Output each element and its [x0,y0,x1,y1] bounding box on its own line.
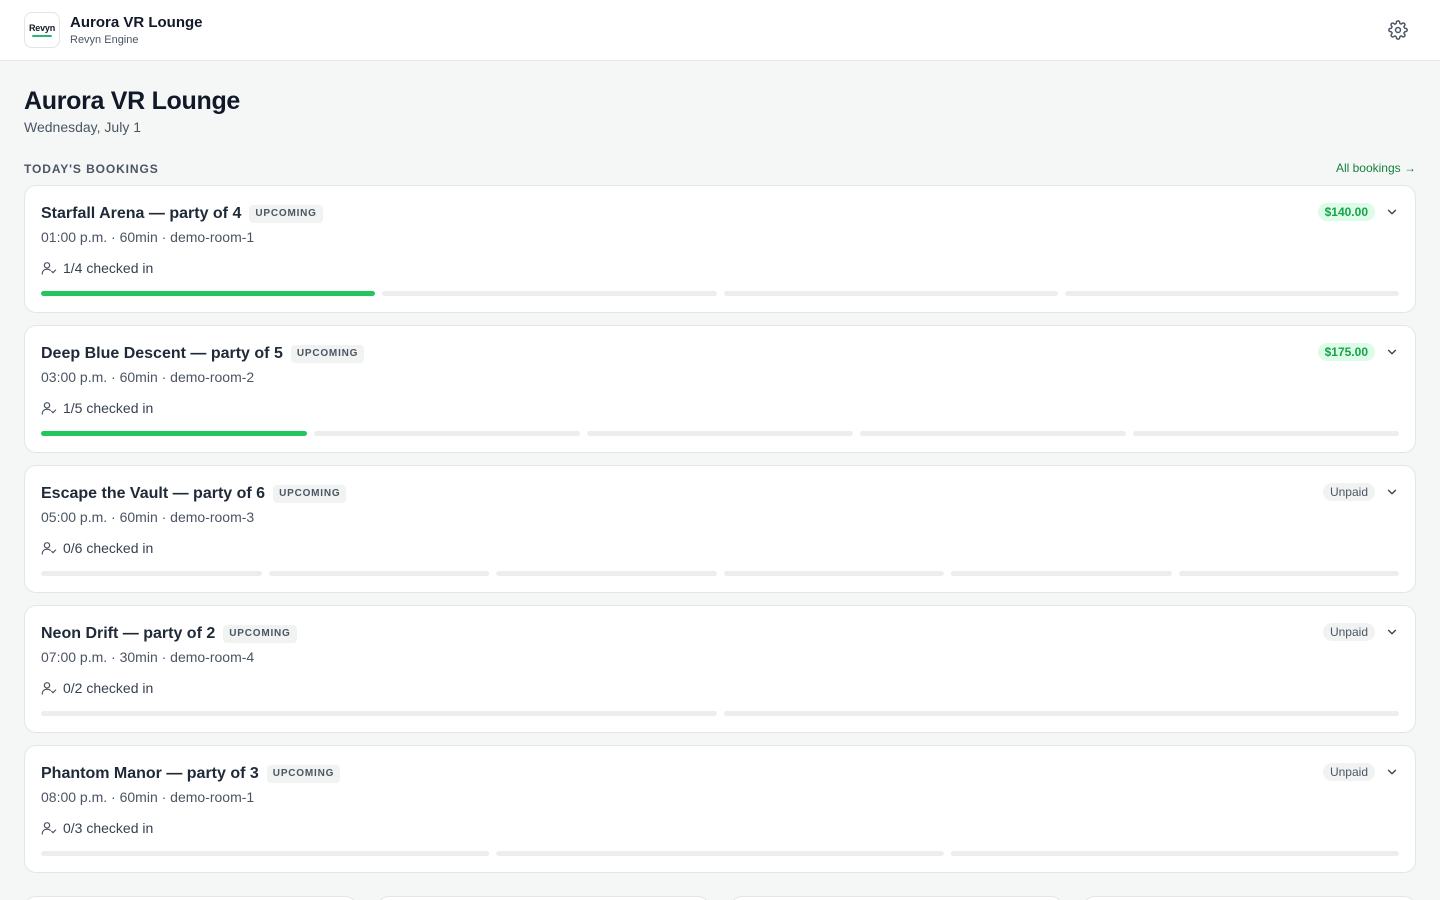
user-check-icon [41,682,57,695]
checkin-progress [41,571,1399,576]
booking-title-row: Deep Blue Descent — party of 5 UPCOMING [41,345,365,363]
payment-badge: $140.00 [1317,203,1375,221]
booking-actions: Unpaid [1322,483,1399,501]
booking-meta: 08:00 p.m. · 60min · demo-room-1 [41,789,255,805]
booking-title: Escape the Vault — party of 6 [41,485,266,502]
booking-title: Deep Blue Descent — party of 5 [41,345,283,362]
booking-title: Starfall Arena — party of 4 [41,205,242,222]
chevron-down-icon[interactable] [1385,205,1399,219]
booking-actions: $175.00 [1317,343,1399,361]
logo-text: Revyn [28,22,55,33]
user-check-icon [41,542,57,555]
booking-title-row: Phantom Manor — party of 3 UPCOMING [41,765,341,783]
checkin-status: 1/5 checked in [41,400,153,416]
section-label: TODAY'S BOOKINGS [24,162,159,176]
booking-actions: Unpaid [1322,763,1399,781]
top-bar: Revyn Aurora VR Lounge Revyn Engine [0,0,1440,61]
checkin-segment [382,291,717,296]
booking-card[interactable]: Phantom Manor — party of 3 UPCOMING 08:0… [24,745,1416,873]
stat-card [730,896,1063,900]
payment-badge: Unpaid [1322,623,1375,641]
brand: Aurora VR Lounge Revyn Engine [70,14,203,47]
checkin-progress [41,431,1399,436]
checkin-status: 0/2 checked in [41,680,153,696]
stat-card [24,896,357,900]
checkin-segment [587,431,853,436]
checkin-segment [951,571,1172,576]
checkin-segment [268,571,489,576]
venue-name: Aurora VR Lounge [70,13,203,31]
status-badge: UPCOMING [223,625,297,643]
page-title: Aurora VR Lounge [24,87,241,115]
status-badge: UPCOMING [273,485,347,503]
booking-title-row: Starfall Arena — party of 4 UPCOMING [41,205,323,223]
booking-title-row: Escape the Vault — party of 6 UPCOMING [41,485,347,503]
checkin-label: 0/6 checked in [63,540,154,556]
payment-badge: $175.00 [1317,343,1375,361]
status-badge: UPCOMING [249,205,323,223]
booking-card[interactable]: Neon Drift — party of 2 UPCOMING 07:00 p… [24,605,1416,733]
checkin-status: 0/3 checked in [41,820,153,836]
checkin-progress [41,711,1399,716]
booking-meta: 05:00 p.m. · 60min · demo-room-3 [41,509,255,525]
booking-title: Phantom Manor — party of 3 [41,765,259,782]
chevron-down-icon[interactable] [1385,765,1399,779]
stats-row [24,896,1416,900]
user-check-icon [41,402,57,415]
checkin-segment [41,571,262,576]
checkin-label: 1/5 checked in [63,400,154,416]
checkin-label: 0/3 checked in [63,820,154,836]
checkin-segment [1133,431,1399,436]
checkin-segment [496,851,944,856]
checkin-segment [1178,571,1399,576]
checkin-status: 0/6 checked in [41,540,153,556]
checkin-segment [723,291,1058,296]
checkin-segment [314,431,580,436]
user-check-icon [41,262,57,275]
payment-badge: Unpaid [1322,763,1375,781]
chevron-down-icon[interactable] [1385,625,1399,639]
checkin-segment [951,851,1399,856]
brand-logo[interactable]: Revyn [24,12,60,48]
bookings-list: Starfall Arena — party of 4 UPCOMING 01:… [24,185,1416,885]
chevron-down-icon[interactable] [1385,345,1399,359]
checkin-segment [1064,291,1399,296]
checkin-segment [41,291,376,296]
booking-meta: 01:00 p.m. · 60min · demo-room-1 [41,229,255,245]
booking-card[interactable]: Escape the Vault — party of 6 UPCOMING 0… [24,465,1416,593]
booking-title-row: Neon Drift — party of 2 UPCOMING [41,625,297,643]
checkin-segment [860,431,1126,436]
booking-actions: $140.00 [1317,203,1399,221]
stat-card [377,896,710,900]
checkin-segment [41,711,717,716]
checkin-segment [41,431,307,436]
status-badge: UPCOMING [266,765,341,783]
stat-card [1083,896,1416,900]
checkin-label: 0/2 checked in [63,680,154,696]
checkin-label: 1/4 checked in [63,260,154,276]
checkin-status: 1/4 checked in [41,260,153,276]
logo-underline [32,34,52,37]
gear-icon[interactable] [1388,20,1408,40]
all-bookings-link[interactable]: All bookings → [1336,161,1416,175]
booking-card[interactable]: Starfall Arena — party of 4 UPCOMING 01:… [24,185,1416,313]
chevron-down-icon[interactable] [1385,485,1399,499]
checkin-segment [41,851,489,856]
engine-name: Revyn Engine [70,33,139,46]
booking-actions: Unpaid [1322,623,1399,641]
page-date: Wednesday, July 1 [24,119,141,135]
checkin-progress [41,291,1399,296]
status-badge: UPCOMING [290,345,365,363]
booking-card[interactable]: Deep Blue Descent — party of 5 UPCOMING … [24,325,1416,453]
user-check-icon [41,822,57,835]
checkin-segment [723,571,944,576]
checkin-segment [723,711,1399,716]
booking-title: Neon Drift — party of 2 [41,625,216,642]
payment-badge: Unpaid [1322,483,1375,501]
checkin-segment [496,571,717,576]
booking-meta: 07:00 p.m. · 30min · demo-room-4 [41,649,255,665]
booking-meta: 03:00 p.m. · 60min · demo-room-2 [41,369,255,385]
checkin-progress [41,851,1399,856]
